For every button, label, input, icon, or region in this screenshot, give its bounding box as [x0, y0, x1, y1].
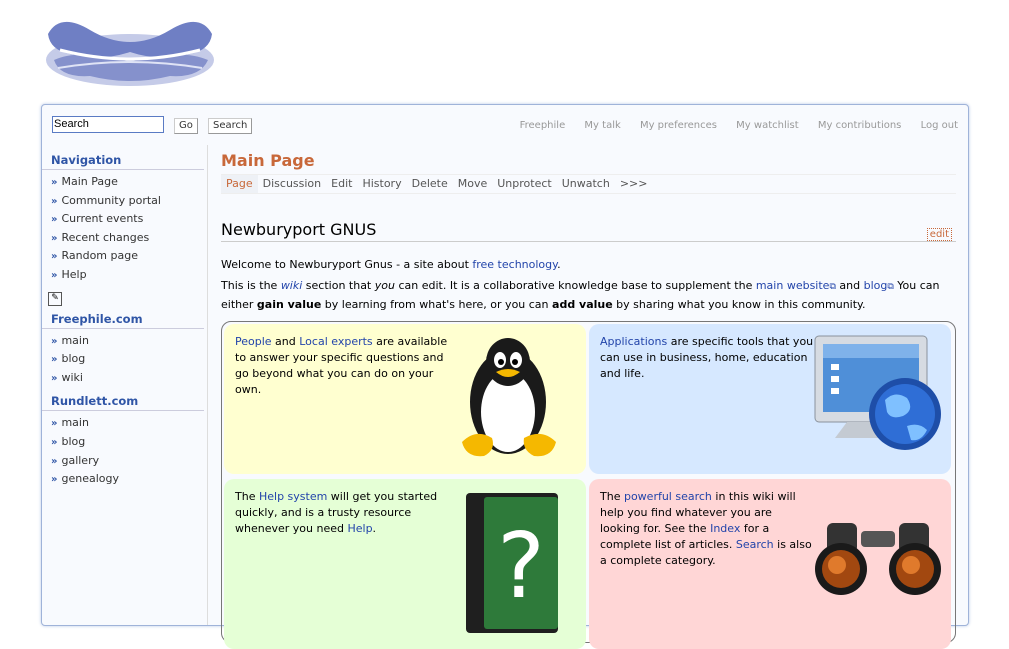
double-arrow-icon: » [51, 372, 58, 384]
personal-link-log-out[interactable]: Log out [921, 120, 958, 131]
applications-link[interactable]: Applications [600, 335, 667, 348]
sidebar-item-recent-changes[interactable]: » Recent changes [51, 229, 207, 248]
people-box: People and Local experts are available t… [224, 324, 586, 474]
people-link[interactable]: People [235, 335, 272, 348]
section-edit-link[interactable]: edit [926, 228, 952, 241]
main-website-link[interactable]: main website [756, 279, 830, 292]
tab-delete[interactable]: Delete [407, 175, 453, 193]
page-frame: Go Search Freephile My talk My preferenc… [41, 104, 969, 649]
search-category-link[interactable]: Search [736, 538, 774, 551]
double-arrow-icon: » [51, 251, 58, 263]
double-arrow-icon: » [51, 436, 58, 448]
sidebar-item-freephile-main[interactable]: » main [51, 332, 207, 351]
sidebar-item-current-events[interactable]: » Current events [51, 210, 207, 229]
penguin-icon [462, 338, 556, 457]
rundlett-portlet: Rundlett.com » main » blog » gallery » genea… [42, 394, 207, 488]
edit-pen-icon[interactable]: ✎ [48, 291, 62, 306]
personal-link-my-watchlist[interactable]: My watchlist [736, 120, 798, 131]
double-arrow-icon: » [51, 335, 58, 347]
sidebar-item-rundlett-main[interactable]: » main [51, 414, 207, 433]
search-box: The powerful search in this wiki will he… [589, 479, 951, 649]
double-arrow-icon: » [51, 177, 58, 188]
search-button[interactable]: Search [208, 118, 253, 134]
sidebar-item-main-page[interactable]: » Main Page [51, 173, 207, 192]
sidebar-item-freephile-wiki[interactable]: » wiki [51, 369, 207, 388]
tab-page[interactable]: Page [221, 175, 258, 193]
double-arrow-icon: » [51, 354, 58, 366]
question-book-icon: ? [466, 493, 558, 633]
tab-discussion[interactable]: Discussion [258, 175, 327, 193]
freephile-title: Freephile.com [42, 312, 204, 329]
sidebar-item-random-page[interactable]: » Random page [51, 247, 207, 266]
search-text: The powerful search in this wiki will he… [600, 490, 812, 567]
double-arrow-icon: » [51, 474, 58, 486]
intro-paragraph: This is the wiki section that you can ed… [221, 279, 940, 311]
double-arrow-icon: » [51, 269, 58, 281]
tab-more[interactable]: >>> [615, 175, 653, 193]
personal-link-freephile[interactable]: Freephile [520, 120, 566, 131]
sidebar-item-rundlett-blog[interactable]: » blog [51, 433, 207, 452]
rundlett-title: Rundlett.com [42, 394, 204, 412]
tab-unprotect[interactable]: Unprotect [492, 175, 556, 193]
sidebar-item-community-portal[interactable]: » Community portal [51, 192, 207, 211]
svg-text:?: ? [497, 514, 545, 619]
personal-link-my-contributions[interactable]: My contributions [818, 120, 902, 131]
site-logo[interactable] [40, 12, 220, 92]
personal-link-my-preferences[interactable]: My preferences [640, 120, 717, 131]
main-content: Main Page Page Discussion Edit History Delet… [221, 145, 956, 649]
tab-unwatch[interactable]: Unwatch [557, 175, 615, 193]
help-system-link[interactable]: Help system [259, 490, 327, 503]
blog-link[interactable]: blog [864, 279, 888, 292]
tab-move[interactable]: Move [453, 175, 493, 193]
help-text: The Help system will get you started qui… [235, 490, 438, 535]
sidebar-item-rundlett-genealogy[interactable]: » genealogy [51, 470, 207, 489]
help-link[interactable]: Help [347, 522, 372, 535]
applications-text: Applications are specific tools that you… [600, 335, 814, 380]
page-tabs: Page Discussion Edit History Delete Move Unpro… [221, 174, 956, 194]
help-box: The Help system will get you started qui… [224, 479, 586, 649]
welcome-paragraph: Welcome to Newburyport Gnus - a site abo… [221, 258, 561, 271]
double-arrow-icon: » [51, 455, 58, 467]
binoculars-icon [815, 523, 941, 595]
double-arrow-icon: » [51, 232, 58, 244]
personal-link-my-talk[interactable]: My talk [584, 120, 620, 131]
computer-globe-icon [814, 335, 941, 450]
page-title: Main Page [221, 151, 315, 170]
powerful-search-link[interactable]: powerful search [624, 490, 712, 503]
portal-boxes: People and Local experts are available t… [221, 321, 956, 649]
double-arrow-icon: » [51, 214, 58, 226]
navigation-title: Navigation [42, 153, 204, 170]
wiki-link[interactable]: wiki [281, 279, 302, 292]
free-technology-link[interactable]: free technology [472, 258, 557, 271]
sidebar-item-rundlett-gallery[interactable]: » gallery [51, 452, 207, 471]
people-text: People and Local experts are available t… [235, 335, 448, 396]
search-input[interactable] [52, 116, 164, 133]
freephile-portlet: Freephile.com » main » blog » wiki [42, 312, 207, 388]
double-arrow-icon: » [51, 418, 58, 430]
sidebar-item-help[interactable]: » Help [51, 266, 207, 285]
sidebar: Navigation » Main Page » Community portal … [42, 145, 208, 625]
navigation-portlet: Navigation » Main Page » Community portal … [42, 153, 207, 306]
index-link[interactable]: Index [710, 522, 740, 535]
applications-box: Applications are specific tools that you… [589, 324, 951, 474]
personal-tools: Freephile My talk My preferences My watc… [504, 120, 958, 131]
tab-edit[interactable]: Edit [326, 175, 357, 193]
local-experts-link[interactable]: Local experts [299, 335, 372, 348]
sidebar-item-freephile-blog[interactable]: » blog [51, 350, 207, 369]
double-arrow-icon: » [51, 195, 58, 207]
go-button[interactable]: Go [174, 118, 198, 134]
tab-history[interactable]: History [357, 175, 406, 193]
section-heading: Newburyport GNUS edit [221, 220, 956, 242]
